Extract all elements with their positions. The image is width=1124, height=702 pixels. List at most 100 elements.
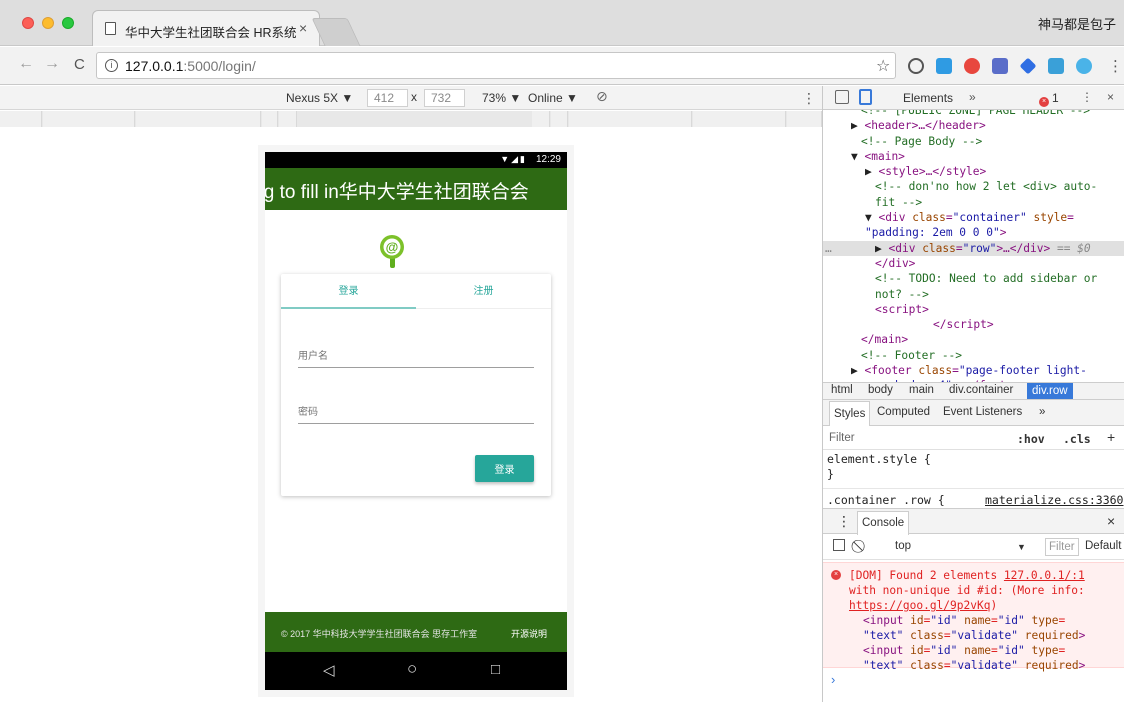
viewport-width-input[interactable]: 412 <box>367 89 408 107</box>
log-level-select[interactable]: Default <box>1085 540 1121 552</box>
tab-event-listeners[interactable]: Event Listeners <box>943 406 1022 418</box>
console-filter-input[interactable]: Filter <box>1045 538 1079 556</box>
rotate-icon[interactable]: ⊘ <box>596 88 608 105</box>
profile-name[interactable]: 神马都是包子 <box>1038 14 1116 33</box>
breadcrumb-main[interactable]: main <box>909 384 934 396</box>
breadcrumb: html body main div.container div.row <box>823 382 1124 400</box>
more-panels-icon[interactable]: » <box>969 90 976 104</box>
browser-menu-icon[interactable]: ⋮ <box>1108 57 1123 75</box>
viewport-height-input[interactable]: 732 <box>424 89 465 107</box>
dom-node[interactable]: ▼ <main> <box>823 149 1124 164</box>
maximize-window-button[interactable] <box>62 17 74 29</box>
device-toolbar-menu-icon[interactable]: ⋮ <box>802 90 816 107</box>
device-select[interactable]: Nexus 5X ▼ <box>286 91 353 105</box>
login-button[interactable]: 登录 <box>475 455 534 482</box>
footer-about-link[interactable]: 开源说明 <box>511 627 547 640</box>
styles-filter-input[interactable]: Filter <box>829 432 855 444</box>
inspect-element-icon[interactable] <box>835 90 849 104</box>
dom-node[interactable]: not? --> <box>823 287 1124 302</box>
context-select[interactable]: top <box>895 540 911 552</box>
dom-node[interactable]: <!-- TODO: Need to add sidebar or <box>823 271 1124 286</box>
password-input[interactable] <box>298 402 534 422</box>
tab-title: 华中大学生社团联合会 HR系统 <box>125 26 297 40</box>
breadcrumb-row[interactable]: div.row <box>1027 383 1073 399</box>
dom-tree[interactable]: <!-- [PUBLIC ZONE] PAGE HEADER --> ▶ <he… <box>823 110 1124 382</box>
extension-drive-icon[interactable] <box>992 58 1008 74</box>
nav-back-icon[interactable]: ◁ <box>323 661 335 679</box>
sidebar-toggle-icon[interactable] <box>833 539 845 551</box>
cls-toggle[interactable]: .cls <box>1063 432 1091 446</box>
drawer-close-icon[interactable]: × <box>1107 513 1115 529</box>
page-viewport: Nexus 5X ▼ 412 x 732 73% ▼ Online ▼ ⊘ ⋮ … <box>0 86 822 702</box>
close-window-button[interactable] <box>22 17 34 29</box>
tab-login[interactable]: 登录 <box>281 274 416 309</box>
url-text[interactable]: 127.0.0.1:5000/login/ <box>125 58 256 74</box>
dom-node[interactable]: <!-- don'no how 2 let <div> auto- <box>823 179 1124 194</box>
dom-node[interactable]: "padding: 2em 0 0 0"> <box>823 225 1124 240</box>
extension-icon[interactable] <box>908 58 924 74</box>
network-throttle-select[interactable]: Online ▼ <box>528 91 578 105</box>
forward-arrow-icon[interactable]: → <box>44 55 60 73</box>
dom-node[interactable]: </main> <box>823 332 1124 347</box>
tab-elements[interactable]: Elements <box>903 91 953 105</box>
zoom-select[interactable]: 73% ▼ <box>482 91 521 105</box>
username-input[interactable] <box>298 346 534 366</box>
extension-safari-icon[interactable] <box>1076 58 1092 74</box>
browser-toolbar: ← → C i 127.0.0.1:5000/login/ ☆ ⋮ <box>0 47 1124 85</box>
tab-close-icon[interactable]: × <box>299 20 307 36</box>
breadcrumb-html[interactable]: html <box>831 384 853 396</box>
hov-toggle[interactable]: :hov <box>1017 432 1045 446</box>
extension-s-icon[interactable] <box>1048 58 1064 74</box>
tab-computed[interactable]: Computed <box>877 406 930 418</box>
browser-tab[interactable]: 华中大学生社团联合会 HR系统 × <box>92 10 320 46</box>
extension-diamond-icon[interactable] <box>1019 57 1037 75</box>
devtools-menu-icon[interactable]: ⋮ <box>1081 90 1093 104</box>
breadcrumb-container[interactable]: div.container <box>949 384 1013 396</box>
dom-node[interactable]: ▶ <style>…</style> <box>823 164 1124 179</box>
drawer-menu-icon[interactable]: ⋮ <box>837 513 851 530</box>
address-bar[interactable]: i 127.0.0.1:5000/login/ <box>96 52 896 79</box>
extension-red-icon[interactable] <box>964 58 980 74</box>
extension-check-icon[interactable] <box>936 58 952 74</box>
context-dropdown-icon[interactable]: ▼ <box>1017 542 1026 552</box>
style-source-link[interactable]: materialize.css:3360 <box>985 493 1123 508</box>
nav-recent-icon[interactable]: □ <box>491 661 500 678</box>
reload-icon[interactable]: C <box>74 56 85 73</box>
dom-node[interactable]: ▶ <header>…</header> <box>823 118 1124 133</box>
header-marquee-text: ing to fill in华中大学生社团联合会 <box>265 182 529 203</box>
devtools-toolbar: Elements » × 1 ⋮ × <box>823 86 1124 110</box>
devtools-close-icon[interactable]: × <box>1107 90 1114 104</box>
dom-node-selected[interactable]: … ▶ <div class="row">…</div> == $0 <box>823 240 1124 256</box>
dom-node[interactable]: <!-- [PUBLIC ZONE] PAGE HEADER --> <box>823 110 1124 118</box>
tab-styles[interactable]: Styles <box>829 401 871 426</box>
dom-node[interactable]: <!-- Footer --> <box>823 348 1124 363</box>
tab-register[interactable]: 注册 <box>416 274 551 309</box>
page-footer: © 2017 华中科技大学学生社团联合会 思存工作室 开源说明 <box>265 612 567 652</box>
dom-node[interactable]: ▼ <div class="container" style= <box>823 210 1124 225</box>
info-icon[interactable]: i <box>105 59 118 72</box>
dom-node[interactable]: </div> <box>823 256 1124 271</box>
more-tabs-icon[interactable]: » <box>1039 406 1045 418</box>
minimize-window-button[interactable] <box>42 17 54 29</box>
dom-node[interactable]: <script> <box>823 302 1124 317</box>
tab-console[interactable]: Console <box>857 511 910 535</box>
error-count-badge[interactable]: × 1 <box>1039 91 1059 107</box>
new-rule-icon[interactable]: + <box>1107 429 1115 445</box>
breadcrumb-body[interactable]: body <box>868 384 893 396</box>
dom-node[interactable]: <!-- Page Body --> <box>823 134 1124 149</box>
status-time: 12:29 <box>535 154 561 165</box>
back-arrow-icon[interactable]: ← <box>18 55 34 73</box>
console-error-message[interactable]: × [DOM] Found 2 elements 127.0.0.1/:1 wi… <box>823 562 1124 672</box>
bookmark-star-icon[interactable]: ☆ <box>876 56 890 76</box>
nav-home-icon[interactable]: ○ <box>407 659 417 679</box>
style-rule-container-row[interactable]: .container .row {materialize.css:3360 <box>823 488 1124 508</box>
dom-node[interactable]: </script> <box>823 317 1124 332</box>
console-prompt[interactable]: › <box>831 672 835 687</box>
dom-node[interactable]: fit --> <box>823 195 1124 210</box>
style-rules: element.style { } .container .row {mater… <box>823 452 1124 507</box>
media-query-bar[interactable] <box>0 111 822 127</box>
toggle-device-icon[interactable] <box>859 89 872 105</box>
style-rule-element[interactable]: element.style { <box>823 452 1124 467</box>
dom-node[interactable]: ▶ <footer class="page-footer light- <box>823 363 1124 378</box>
device-toolbar: Nexus 5X ▼ 412 x 732 73% ▼ Online ▼ ⊘ ⋮ <box>0 86 822 110</box>
